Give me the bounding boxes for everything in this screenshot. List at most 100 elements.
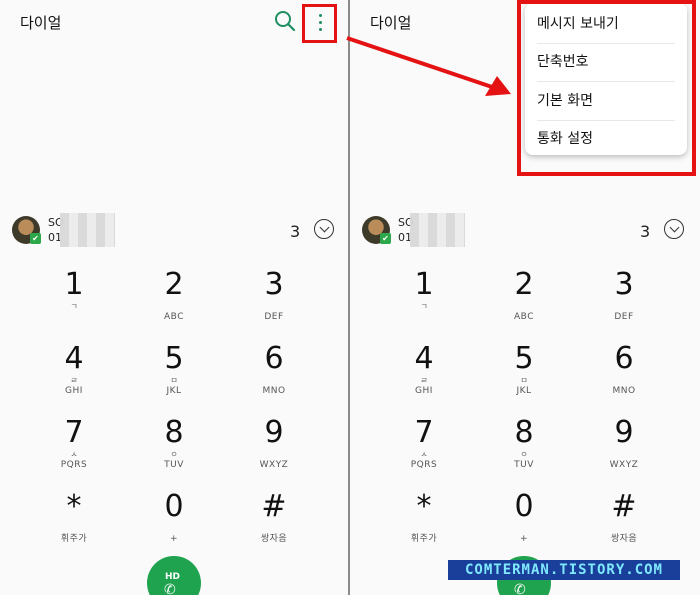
key-letters: TUV — [514, 460, 534, 470]
key-letters: 쌍자음 — [610, 534, 638, 544]
keypad: 1 ㄱ 2 ABC 3 DEF 4 ㄹ GHI 5 ㅁ JKL 6 MNO 7 ㅅ PQRS 8 ㅇ TUV 9 WXYZ… — [24, 268, 324, 553]
key-letters: JKL — [516, 386, 532, 396]
key-digit: 3 — [614, 267, 634, 302]
key-digit: 5 — [164, 341, 184, 376]
chevron-down-icon[interactable] — [664, 219, 684, 239]
key-letters: + — [519, 534, 529, 544]
phone-icon: ✆ — [514, 582, 526, 595]
phone-icon: ✆ — [164, 582, 176, 595]
key-5[interactable]: 5 ㅁ JKL — [124, 342, 224, 416]
key-letters: 휘주가 — [410, 534, 438, 544]
key-digit: 3 — [264, 267, 284, 302]
key-hangul: ㅇ — [520, 450, 528, 459]
blurred-region — [410, 213, 465, 247]
page-title: 다이얼 — [20, 14, 62, 32]
key-digit: 2 — [164, 267, 184, 302]
key-digit: # — [611, 489, 637, 524]
contact-suggestion[interactable]: ✔ SO 01 3 — [362, 213, 688, 247]
key-hash[interactable]: # 쌍자음 — [224, 490, 324, 564]
key-digit: 1 — [414, 267, 434, 302]
key-4[interactable]: 4 ㄹ GHI — [374, 342, 474, 416]
key-letters: DEF — [614, 312, 634, 322]
key-hash[interactable]: # 쌍자음 — [574, 490, 674, 564]
key-digit: 7 — [64, 415, 84, 450]
key-digit: 2 — [514, 267, 534, 302]
key-2[interactable]: 2 ABC — [474, 268, 574, 342]
key-digit: 8 — [164, 415, 184, 450]
key-letters: WXYZ — [259, 460, 289, 470]
key-7[interactable]: 7 ㅅ PQRS — [374, 416, 474, 490]
key-digit: 6 — [264, 341, 284, 376]
key-digit: 7 — [414, 415, 434, 450]
key-letters: GHI — [415, 386, 433, 396]
key-9[interactable]: 9 WXYZ — [574, 416, 674, 490]
highlight-box-menu — [517, 0, 696, 176]
blurred-region — [60, 213, 115, 247]
key-hangul: ㅁ — [520, 376, 528, 385]
key-hangul: ㅁ — [170, 376, 178, 385]
key-2[interactable]: 2 ABC — [124, 268, 224, 342]
key-digit: * — [416, 489, 432, 524]
key-7[interactable]: 7 ㅅ PQRS — [24, 416, 124, 490]
contact-suggestion[interactable]: ✔ SO 01 3 — [12, 213, 338, 247]
key-9[interactable]: 9 WXYZ — [224, 416, 324, 490]
key-digit: # — [261, 489, 287, 524]
key-letters: MNO — [262, 386, 286, 396]
key-hangul: ㄱ — [70, 302, 78, 311]
key-hangul: ㅅ — [70, 450, 78, 459]
keypad: 1 ㄱ 2 ABC 3 DEF 4 ㄹ GHI 5 ㅁ JKL 6 MNO 7 ㅅ PQRS 8 ㅇ TUV 9 WXYZ… — [374, 268, 674, 553]
key-6[interactable]: 6 MNO — [224, 342, 324, 416]
key-3[interactable]: 3 DEF — [574, 268, 674, 342]
hd-label: HD — [165, 572, 181, 582]
key-star[interactable]: * 휘주가 — [24, 490, 124, 564]
key-digit: 9 — [264, 415, 284, 450]
key-digit: 5 — [514, 341, 534, 376]
key-letters: 쌍자음 — [260, 534, 288, 544]
key-letters: ABC — [164, 312, 184, 322]
key-0[interactable]: 0 + — [474, 490, 574, 564]
key-letters: TUV — [164, 460, 184, 470]
watermark: COMTERMAN.TISTORY.COM — [448, 560, 680, 580]
key-digit: 4 — [414, 341, 434, 376]
key-8[interactable]: 8 ㅇ TUV — [124, 416, 224, 490]
key-4[interactable]: 4 ㄹ GHI — [24, 342, 124, 416]
arrow-annotation — [346, 36, 511, 96]
key-6[interactable]: 6 MNO — [574, 342, 674, 416]
key-digit: 8 — [514, 415, 534, 450]
key-1[interactable]: 1ㄱ — [24, 268, 124, 342]
key-digit: 9 — [614, 415, 634, 450]
key-1[interactable]: 1ㄱ — [374, 268, 474, 342]
key-digit: 4 — [64, 341, 84, 376]
key-letters: MNO — [612, 386, 636, 396]
match-count: 3 — [640, 222, 651, 241]
key-letters: PQRS — [60, 460, 88, 470]
highlight-box-more — [302, 4, 337, 43]
chevron-down-icon[interactable] — [314, 219, 334, 239]
key-letters: ABC — [514, 312, 534, 322]
key-letters: WXYZ — [609, 460, 639, 470]
thumbs-up-icon: ✔ — [30, 233, 41, 244]
key-5[interactable]: 5 ㅁ JKL — [474, 342, 574, 416]
key-8[interactable]: 8 ㅇ TUV — [474, 416, 574, 490]
dialer-screen-left: 다이얼 ✔ SO 01 3 1 ㄱ 2 ABC 3 DEF 4 ㄹ GHI 5 ㅁ JKL 6 MNO 7 ㅅ… — [0, 0, 348, 595]
key-0[interactable]: 0 + — [124, 490, 224, 564]
key-letters: DEF — [264, 312, 284, 322]
key-letters: GHI — [65, 386, 83, 396]
key-digit: 0 — [164, 489, 184, 524]
key-hangul: ㄱ — [420, 302, 428, 311]
key-digit: 1 — [64, 267, 84, 302]
key-letters: 휘주가 — [60, 534, 88, 544]
key-hangul: ㅅ — [420, 450, 428, 459]
key-hangul: ㅇ — [170, 450, 178, 459]
key-letters: + — [169, 534, 179, 544]
key-digit: * — [66, 489, 82, 524]
key-digit: 0 — [514, 489, 534, 524]
key-digit: 6 — [614, 341, 634, 376]
key-3[interactable]: 3 DEF — [224, 268, 324, 342]
screenshot-stage: 다이얼 ✔ SO 01 3 1 ㄱ 2 ABC 3 DEF 4 ㄹ GHI 5 ㅁ JKL 6 MNO 7 ㅅ… — [0, 0, 700, 595]
key-hangul: ㄹ — [420, 376, 428, 385]
key-star[interactable]: * 휘주가 — [374, 490, 474, 564]
key-letters: PQRS — [410, 460, 438, 470]
key-letters: JKL — [166, 386, 182, 396]
search-icon[interactable] — [274, 10, 296, 32]
